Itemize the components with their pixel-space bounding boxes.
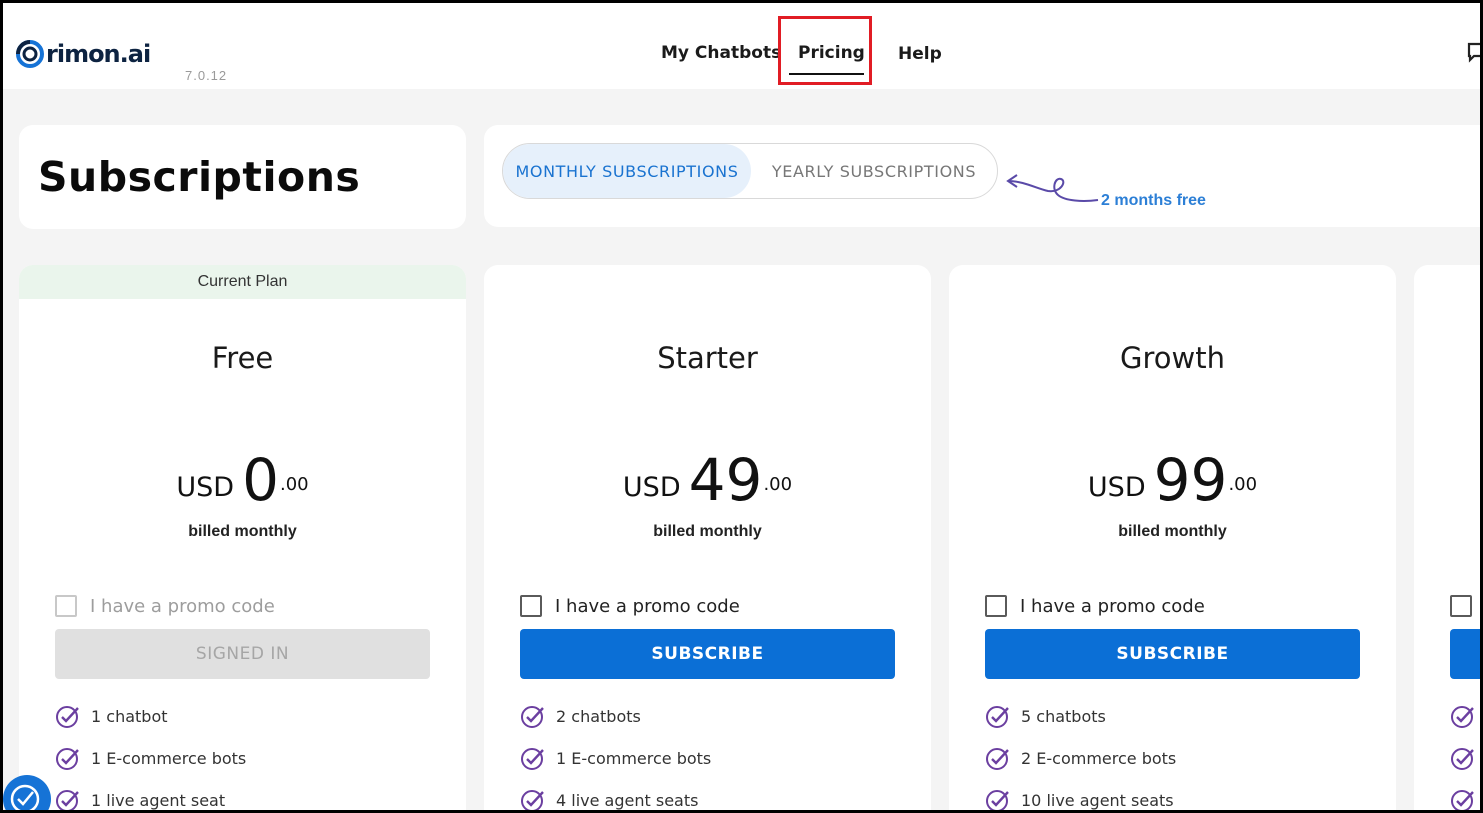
curved-arrow-icon: [1006, 174, 1099, 202]
promo-code-option: I have a promo code: [520, 595, 740, 617]
title-card: Subscriptions: [19, 125, 466, 229]
check-circle-icon: [986, 706, 1009, 728]
feature-text: 5 chatbots: [1021, 706, 1106, 726]
plan-card-growth: Growth USD 99 .00 billed monthly I have …: [949, 265, 1396, 810]
check-circle-icon: [1451, 790, 1474, 810]
plan-name: Free: [211, 341, 274, 375]
check-circle-icon: [56, 790, 79, 810]
app-version: 7.0.12: [185, 68, 228, 83]
billing-frequency: billed monthly: [653, 523, 762, 540]
promo-code-option: I have a promo code: [55, 595, 275, 617]
price-currency: USD: [1087, 472, 1146, 503]
list-item: 5 chatbots: [985, 695, 1176, 737]
nav-help[interactable]: Help: [898, 44, 942, 64]
promo-code-checkbox[interactable]: [55, 595, 77, 617]
plan-card-partial: [1414, 265, 1480, 810]
page-title: Subscriptions: [38, 153, 361, 201]
monthly-subscriptions-tab[interactable]: MONTHLY SUBSCRIPTIONS: [503, 144, 751, 198]
main-content: Subscriptions MONTHLY SUBSCRIPTIONS YEAR…: [3, 89, 1480, 810]
promo-code-option: I have a promo code: [985, 595, 1205, 617]
price-amount: 99: [1153, 446, 1228, 514]
chat-message-icon[interactable]: [1467, 41, 1483, 63]
list-item: 1 live agent seat: [55, 779, 246, 810]
promo-code-checkbox[interactable]: [1450, 595, 1472, 617]
price-currency: USD: [622, 472, 681, 503]
plan-name: Starter: [657, 341, 758, 375]
feature-text: 2 chatbots: [556, 706, 641, 726]
price-amount: 49: [688, 446, 763, 514]
billing-period-toggle: MONTHLY SUBSCRIPTIONS YEARLY SUBSCRIPTIO…: [502, 143, 998, 199]
check-circle-icon: [1451, 706, 1474, 728]
feature-text: 1 live agent seat: [91, 790, 226, 810]
plan-card-free: Current Plan Free USD 0 .00 billed month…: [19, 265, 466, 810]
check-circle-icon: [986, 790, 1009, 810]
promo-code-checkbox[interactable]: [985, 595, 1007, 617]
list-item: [1450, 695, 1480, 737]
list-item: 4 live agent seats: [520, 779, 711, 810]
check-circle-icon: [521, 748, 544, 770]
billing-toggle-card: MONTHLY SUBSCRIPTIONS YEARLY SUBSCRIPTIO…: [484, 125, 1480, 227]
check-circle-icon: [521, 706, 544, 728]
plan-price: USD 99 .00: [949, 451, 1396, 509]
subscribe-button[interactable]: SUBSCRIBE: [985, 629, 1360, 679]
price-currency: USD: [176, 472, 235, 503]
feature-text: 10 live agent seats: [1021, 790, 1174, 810]
current-plan-badge: Current Plan: [19, 265, 466, 299]
subscribe-button[interactable]: [1450, 629, 1480, 679]
feature-list: [1450, 695, 1480, 810]
promo-code-label: I have a promo code: [555, 595, 740, 617]
check-circle-icon: [1451, 748, 1474, 770]
promo-code-label: I have a promo code: [90, 595, 275, 617]
rimon-logo-icon: [16, 40, 44, 68]
list-item: 1 E-commerce bots: [520, 737, 711, 779]
list-item: 1 E-commerce bots: [55, 737, 246, 779]
plan-card-starter: Starter USD 49 .00 billed monthly I have…: [484, 265, 931, 810]
check-circle-icon: [521, 790, 544, 810]
list-item: [1450, 737, 1480, 779]
nav-my-chatbots[interactable]: My Chatbots: [661, 43, 781, 63]
subscribe-button[interactable]: SUBSCRIBE: [520, 629, 895, 679]
list-item: 1 chatbot: [55, 695, 246, 737]
feature-text: 4 live agent seats: [556, 790, 699, 810]
check-circle-icon: [56, 748, 79, 770]
top-header: rimon.ai 7.0.12 My Chatbots Pricing Help: [3, 3, 1483, 89]
promo-code-label: I have a promo code: [1020, 595, 1205, 617]
signed-in-button: SIGNED IN: [55, 629, 430, 679]
feature-text: 1 E-commerce bots: [556, 748, 712, 768]
feature-text: 2 E-commerce bots: [1021, 748, 1177, 768]
plan-name: Growth: [1120, 341, 1225, 375]
accessibility-widget-button[interactable]: [3, 775, 51, 813]
check-circle-icon: [986, 748, 1009, 770]
price-amount: 0: [242, 446, 279, 514]
promo-code-checkbox[interactable]: [520, 595, 542, 617]
feature-text: 1 chatbot: [91, 706, 168, 726]
highlight-annotation: [778, 16, 872, 85]
check-circle-icon: [56, 706, 79, 728]
yearly-discount-note: 2 months free: [1101, 192, 1206, 209]
list-item: 2 E-commerce bots: [985, 737, 1176, 779]
plan-price: USD 49 .00: [484, 451, 931, 509]
list-item: [1450, 779, 1480, 810]
accessibility-icon: [10, 784, 40, 813]
brand-name: rimon.ai: [46, 40, 151, 68]
feature-list: 2 chatbots 1 E-commerce bots 4 live agen…: [520, 695, 711, 810]
feature-list: 1 chatbot 1 E-commerce bots 1 live agent…: [55, 695, 246, 810]
billing-frequency: billed monthly: [188, 523, 297, 540]
price-cents: .00: [279, 474, 309, 495]
plan-price: USD 0 .00: [19, 451, 466, 509]
billing-frequency: billed monthly: [1118, 523, 1227, 540]
price-cents: .00: [1228, 474, 1258, 495]
brand-logo[interactable]: rimon.ai: [15, 39, 151, 69]
feature-text: 1 E-commerce bots: [91, 748, 247, 768]
yearly-subscriptions-tab[interactable]: YEARLY SUBSCRIPTIONS: [751, 144, 997, 198]
list-item: 10 live agent seats: [985, 779, 1176, 810]
price-cents: .00: [763, 474, 793, 495]
feature-list: 5 chatbots 2 E-commerce bots 10 live age…: [985, 695, 1176, 810]
list-item: 2 chatbots: [520, 695, 711, 737]
